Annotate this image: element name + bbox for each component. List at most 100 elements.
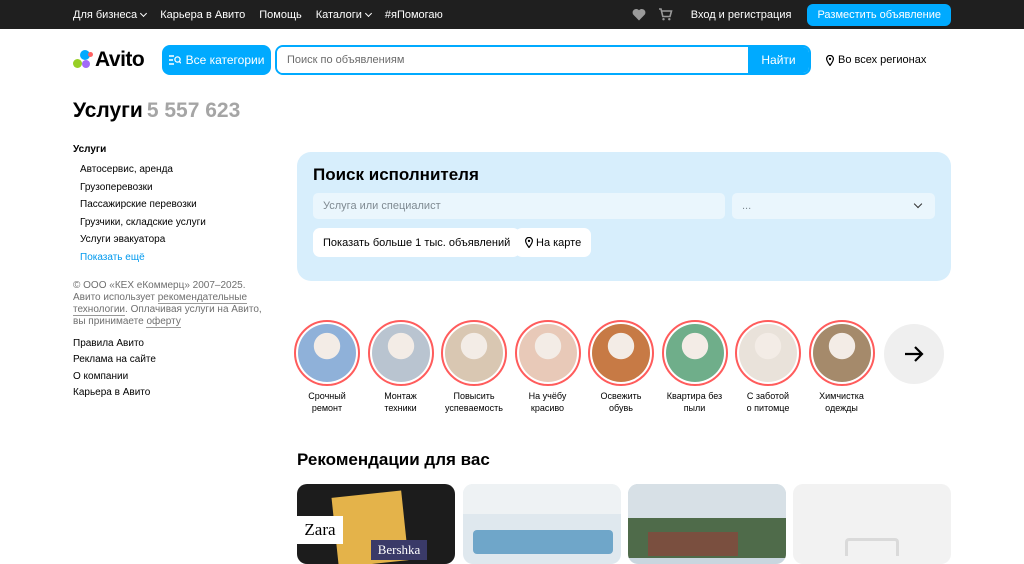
recommendation-card[interactable] — [793, 484, 951, 564]
top-bar: Для бизнеса Карьера в Авито Помощь Каталоги… — [0, 0, 1024, 29]
region-selector[interactable]: Во всех регионах — [826, 45, 926, 75]
heart-icon[interactable] — [632, 8, 646, 21]
search-input[interactable] — [277, 47, 748, 73]
story-item[interactable]: Монтаж техники — [367, 320, 435, 414]
logo-wordmark: Avito — [95, 48, 145, 71]
top-nav-item[interactable]: Для бизнеса — [73, 8, 148, 21]
listing-count: 5 557 623 — [146, 99, 241, 122]
show-results-button[interactable]: Показать больше 1 тыс. объявлений — [313, 228, 521, 257]
service-select-value: ... — [742, 200, 752, 212]
image-placeholder-icon — [845, 538, 899, 556]
story-item[interactable]: Химчистка одежды — [808, 320, 876, 414]
story-caption-line: обувь — [609, 403, 633, 413]
all-categories-button[interactable]: Все категории — [162, 45, 271, 75]
service-select[interactable]: ... — [732, 193, 935, 219]
stories-next-button[interactable] — [884, 324, 944, 384]
card-brand-zara: Zara — [297, 516, 343, 544]
story-caption: Повысить успеваемость — [440, 390, 508, 414]
sidebar-heading[interactable]: Услуги — [73, 144, 273, 155]
page-title-text: Услуги — [73, 99, 143, 122]
story-image — [592, 324, 650, 382]
story-ring — [367, 320, 434, 386]
story-ring — [808, 320, 875, 386]
search-box: Найти — [275, 45, 811, 75]
story-caption-line: Срочный — [308, 391, 346, 401]
show-more-link[interactable]: Показать ещё — [80, 249, 273, 267]
recommendation-card[interactable] — [628, 484, 786, 564]
sidebar-item[interactable]: Автосервис, аренда — [80, 161, 273, 179]
story-caption: Срочный ремонт — [293, 390, 361, 414]
top-nav-label: Помощь — [259, 8, 302, 21]
footer-link[interactable]: О компании — [73, 369, 273, 385]
story-ring — [661, 320, 728, 386]
sidebar-item[interactable]: Пассажирские перевозки — [80, 196, 273, 214]
story-caption-line: техники — [384, 403, 417, 413]
footer-link[interactable]: Карьера в Авито — [73, 385, 273, 401]
recommendations-title: Рекомендации для вас — [297, 450, 490, 469]
story-caption-line: Квартира без — [666, 391, 723, 401]
stories-carousel: Срочный ремонт Монтаж техники Повысить успева… — [293, 320, 953, 420]
story-ring — [514, 320, 581, 386]
story-caption-line: одежды — [825, 403, 858, 413]
top-nav-label: Каталоги — [315, 8, 362, 21]
story-ring — [588, 320, 654, 386]
story-item[interactable]: Освежить обувь — [587, 320, 655, 414]
story-item[interactable]: С заботой о питомце — [734, 320, 802, 414]
offer-link[interactable]: оферту — [146, 316, 181, 328]
all-categories-label: Все категории — [185, 53, 265, 67]
story-caption-line: На учёбу — [528, 391, 567, 401]
story-caption-line: С заботой — [746, 391, 790, 401]
story-ring — [294, 320, 360, 386]
card-image-detail — [473, 530, 613, 554]
recommendation-card[interactable] — [463, 484, 621, 564]
story-caption: Квартира без пыли — [661, 390, 729, 414]
story-item[interactable]: На учёбу красиво — [514, 320, 582, 414]
top-nav: Для бизнеса Карьера в Авито Помощь Каталоги… — [73, 0, 443, 29]
footer-link[interactable]: Правила Авито — [73, 336, 273, 352]
sidebar-item[interactable]: Услуги эвакуатора — [80, 231, 273, 249]
footer-link[interactable]: Реклама на сайте — [73, 352, 273, 368]
story-image — [445, 324, 503, 382]
story-image — [665, 324, 724, 382]
story-caption-line: Повысить — [453, 391, 495, 401]
search-button[interactable]: Найти — [748, 47, 809, 73]
avito-logo[interactable]: Avito — [73, 47, 145, 73]
top-nav-item[interactable]: Каталоги — [315, 8, 372, 21]
card-image — [463, 484, 621, 514]
performer-search-panel: Поиск исполнителя Услуга или специалист … — [297, 152, 951, 281]
top-nav-item[interactable]: Карьера в Авито — [160, 9, 245, 21]
story-caption: На учёбу красиво — [514, 390, 582, 414]
copyright-line: © ООО «КЕХ еКоммерц» 2007–2025. — [73, 280, 246, 291]
cart-icon[interactable] — [658, 8, 673, 21]
page-title: Услуги 5 557 623 — [73, 99, 240, 123]
card-image-house — [648, 532, 738, 556]
story-item[interactable]: Срочный ремонт — [293, 320, 361, 414]
service-input[interactable]: Услуга или специалист — [313, 193, 725, 219]
region-label: Во всех регионах — [838, 54, 927, 66]
sidebar-item[interactable]: Грузоперевозки — [80, 179, 273, 197]
sidebar-item[interactable]: Грузчики, складские услуги — [80, 214, 273, 232]
header: Avito Все категории Найти Во всех регион… — [73, 45, 951, 75]
top-bar-right: Вход и регистрация Разместить объявление — [632, 0, 951, 29]
story-caption: С заботой о питомце — [734, 390, 802, 414]
top-nav-label: Для бизнеса — [73, 8, 138, 21]
story-caption-line: Химчистка — [819, 391, 864, 401]
story-item[interactable]: Квартира без пыли — [661, 320, 729, 414]
login-link[interactable]: Вход и регистрация — [691, 9, 792, 21]
top-nav-item[interactable]: #яПомогаю — [385, 9, 443, 21]
post-ad-button[interactable]: Разместить объявление — [807, 3, 951, 26]
top-nav-item[interactable]: Помощь — [259, 9, 302, 21]
map-button[interactable]: На карте — [515, 228, 592, 257]
chevron-down-icon — [913, 199, 923, 209]
location-pin-icon — [525, 237, 533, 248]
story-image — [812, 324, 871, 382]
story-image — [518, 324, 577, 382]
story-caption: Монтаж техники — [367, 390, 435, 414]
recommendation-card[interactable]: Zara Bershka — [297, 484, 455, 564]
story-caption-line: о питомце — [746, 403, 790, 413]
logo-dots-icon — [73, 50, 93, 70]
footer-links: Правила Авито Реклама на сайте О компании К… — [73, 336, 273, 401]
story-item[interactable]: Повысить успеваемость — [440, 320, 508, 414]
story-image — [298, 324, 356, 382]
story-caption-line: пыли — [683, 403, 706, 413]
